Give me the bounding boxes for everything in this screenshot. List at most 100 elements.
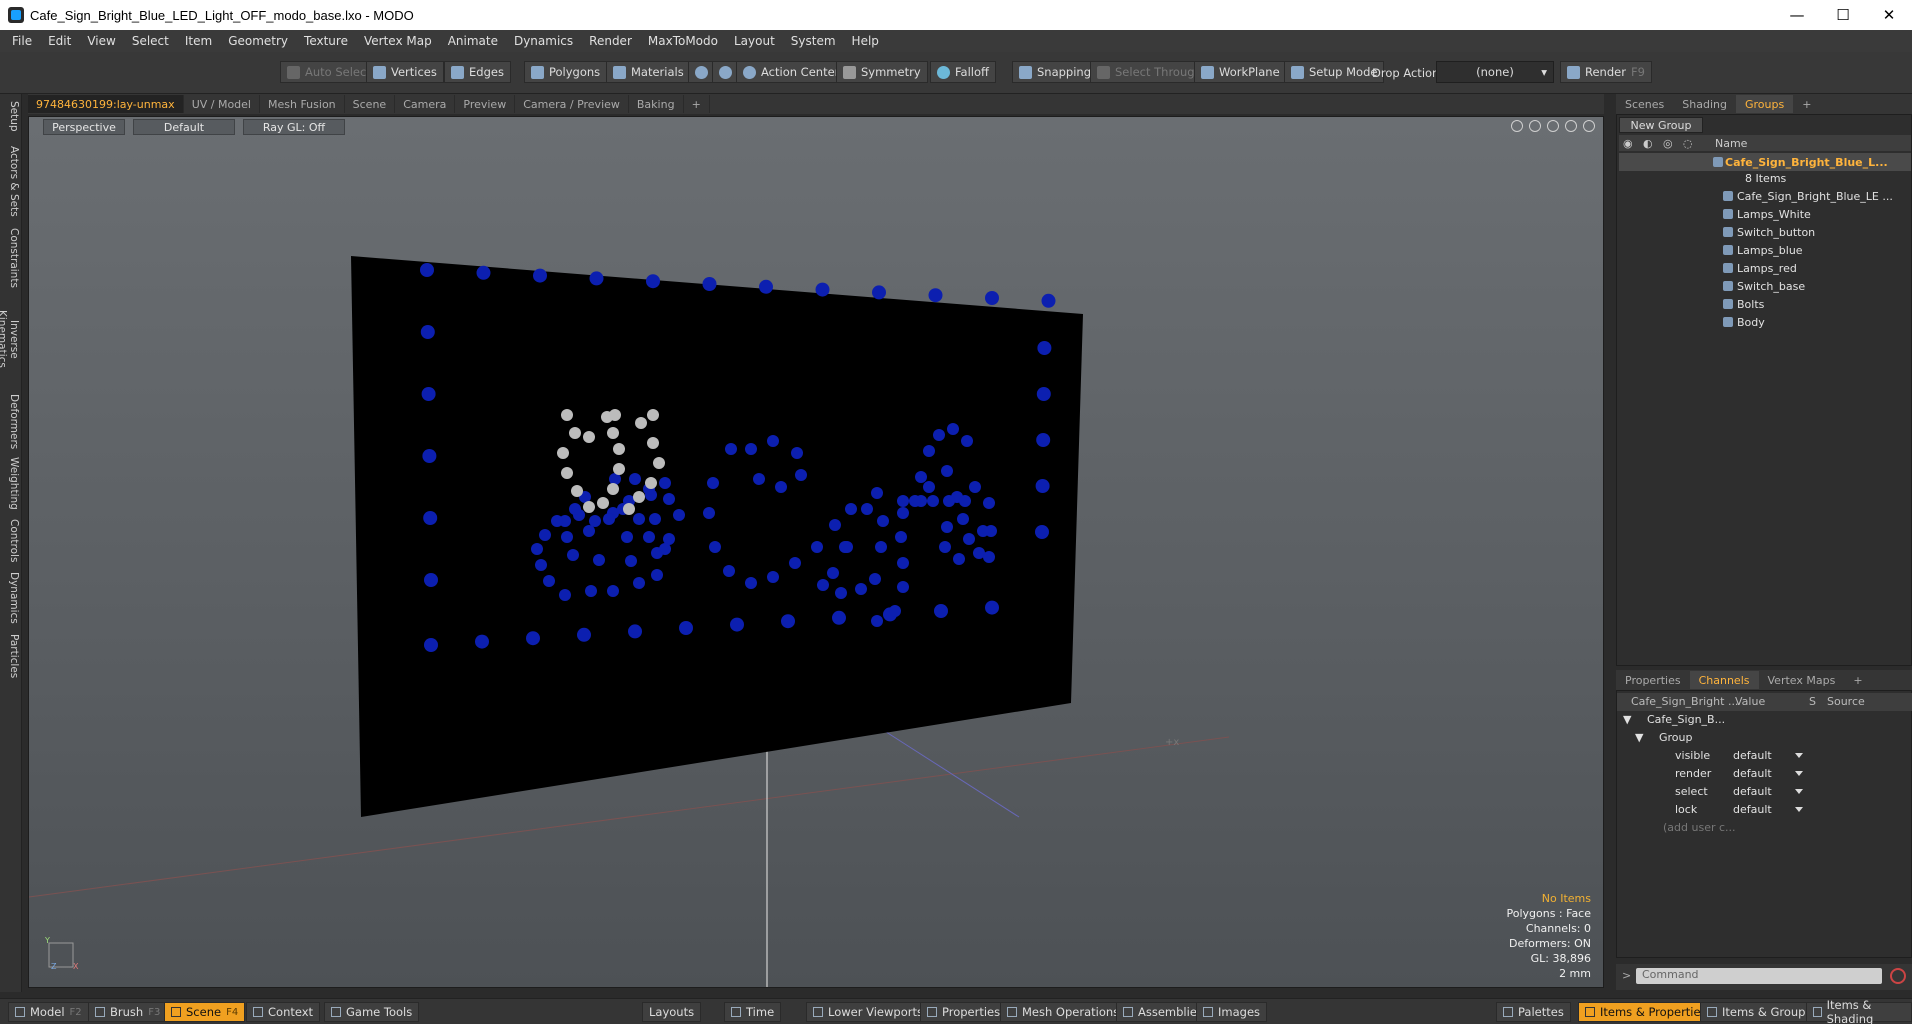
- tab-uv-model[interactable]: UV / Model: [184, 95, 260, 113]
- tab-groups[interactable]: Groups: [1735, 95, 1794, 113]
- lower-viewports-button[interactable]: Lower Viewports: [806, 1002, 930, 1022]
- menu-item-geometry[interactable]: Geometry: [220, 34, 296, 48]
- materials-button[interactable]: Materials: [606, 61, 691, 83]
- tab-camera-preview[interactable]: Camera / Preview: [515, 95, 629, 113]
- group-item-row[interactable]: Switch_button: [1619, 223, 1911, 241]
- menu-item-texture[interactable]: Texture: [296, 34, 356, 48]
- game-tools-layout-button[interactable]: Game Tools: [324, 1002, 420, 1022]
- setup-mode-button[interactable]: Setup Mode: [1284, 61, 1385, 83]
- add-user-channel-row[interactable]: (add user c...: [1617, 819, 1912, 837]
- polygons-button[interactable]: Polygons: [524, 61, 608, 83]
- menu-item-help[interactable]: Help: [844, 34, 887, 48]
- menu-item-system[interactable]: System: [783, 34, 844, 48]
- items-shading-button[interactable]: Items & Shading: [1806, 998, 1912, 1024]
- snapping-button[interactable]: Snapping: [1012, 61, 1099, 83]
- edges-button[interactable]: Edges: [444, 61, 511, 83]
- select-through-button[interactable]: Select Through: [1090, 61, 1209, 83]
- group-item-row[interactable]: Cafe_Sign_Bright_Blue_LE ...: [1619, 187, 1911, 205]
- channel-row-lock[interactable]: lock default: [1617, 801, 1912, 819]
- tab-properties[interactable]: Properties: [1616, 671, 1690, 689]
- channel-group-row[interactable]: ▼ Group: [1617, 729, 1912, 747]
- close-button[interactable]: ✕: [1866, 0, 1912, 30]
- tab-particles[interactable]: Particles: [2, 632, 20, 680]
- palettes-button[interactable]: Palettes: [1496, 1002, 1571, 1022]
- channel-row-visible[interactable]: visible default: [1617, 747, 1912, 765]
- group-item-row[interactable]: Lamps_White: [1619, 205, 1911, 223]
- channel-value[interactable]: default: [1733, 785, 1772, 798]
- expand-triangle-icon[interactable]: ▼: [1623, 713, 1631, 726]
- drop-action-select[interactable]: (none) ▾: [1436, 61, 1554, 83]
- menu-item-edit[interactable]: Edit: [40, 34, 79, 48]
- chevron-down-icon[interactable]: [1795, 807, 1803, 812]
- mesh-tool-button-2[interactable]: [712, 61, 739, 83]
- chevron-down-icon[interactable]: [1795, 771, 1803, 776]
- menu-item-select[interactable]: Select: [124, 34, 177, 48]
- channel-row-render[interactable]: render default: [1617, 765, 1912, 783]
- channel-value[interactable]: default: [1733, 749, 1772, 762]
- context-layout-button[interactable]: Context: [246, 1002, 321, 1022]
- group-item-row[interactable]: Body: [1619, 313, 1911, 331]
- record-icon[interactable]: [1890, 968, 1906, 984]
- falloff-button[interactable]: Falloff: [930, 61, 996, 83]
- items-properties-button[interactable]: Items & Properties: [1578, 1002, 1714, 1022]
- vertices-button[interactable]: Vertices: [366, 61, 444, 83]
- workplane-button[interactable]: WorkPlane: [1194, 61, 1287, 83]
- menu-item-render[interactable]: Render: [581, 34, 640, 48]
- expand-group-triangle-icon[interactable]: ▼: [1635, 731, 1643, 744]
- channel-value[interactable]: default: [1733, 803, 1772, 816]
- tab-active-layout[interactable]: 97484630199:lay-unmax: [28, 95, 184, 113]
- chevron-down-icon[interactable]: [1795, 753, 1803, 758]
- mesh-tool-button-1[interactable]: [688, 61, 715, 83]
- symmetry-button[interactable]: Symmetry: [836, 61, 928, 83]
- mesh-operations-button[interactable]: Mesh Operations: [1000, 1002, 1127, 1022]
- action-center-button[interactable]: Action Center: [736, 61, 847, 83]
- add-tab-button[interactable]: +: [1793, 95, 1820, 113]
- command-input[interactable]: Command: [1636, 968, 1882, 984]
- new-group-button[interactable]: New Group: [1619, 117, 1703, 133]
- group-item-row[interactable]: Switch_base: [1619, 277, 1911, 295]
- menu-item-item[interactable]: Item: [177, 34, 220, 48]
- brush-layout-button[interactable]: Brush F3: [88, 1002, 168, 1022]
- tab-constraints[interactable]: Constraints: [2, 228, 20, 288]
- tab-deformers[interactable]: Deformers: [2, 394, 20, 449]
- tab-weighting[interactable]: Weighting: [2, 456, 20, 510]
- menu-item-file[interactable]: File: [4, 34, 40, 48]
- chevron-down-icon[interactable]: [1795, 789, 1803, 794]
- time-button[interactable]: Time: [724, 1002, 782, 1022]
- auto-select-button[interactable]: Auto Select: [280, 61, 378, 83]
- tab-dynamics[interactable]: Dynamics: [2, 572, 20, 624]
- model-layout-button[interactable]: Model F2: [8, 1002, 89, 1022]
- tab-camera[interactable]: Camera: [395, 95, 456, 113]
- tab-setup[interactable]: Setup: [2, 98, 20, 134]
- group-item-row[interactable]: Lamps_blue: [1619, 241, 1911, 259]
- tab-controls[interactable]: Controls: [2, 518, 20, 564]
- channel-item-row[interactable]: ▼ Cafe_Sign_B...: [1617, 711, 1912, 729]
- menu-item-view[interactable]: View: [79, 34, 123, 48]
- group-item-row[interactable]: Lamps_red: [1619, 259, 1911, 277]
- menu-item-layout[interactable]: Layout: [726, 34, 783, 48]
- render-button[interactable]: Render F9: [1560, 61, 1652, 83]
- tab-mesh-fusion[interactable]: Mesh Fusion: [260, 95, 345, 113]
- maximize-button[interactable]: ☐: [1820, 0, 1866, 30]
- scene-layout-button[interactable]: Scene F4: [164, 1002, 246, 1022]
- tab-shading[interactable]: Shading: [1673, 95, 1736, 113]
- add-properties-tab-button[interactable]: +: [1844, 671, 1871, 689]
- group-item-row[interactable]: Bolts: [1619, 295, 1911, 313]
- tab-scene[interactable]: Scene: [345, 95, 396, 113]
- tab-scenes[interactable]: Scenes: [1616, 95, 1673, 113]
- add-viewport-tab-button[interactable]: +: [684, 95, 710, 113]
- menu-item-animate[interactable]: Animate: [440, 34, 506, 48]
- tab-vertex-maps[interactable]: Vertex Maps: [1759, 671, 1845, 689]
- channel-value[interactable]: default: [1733, 767, 1772, 780]
- 3d-viewport[interactable]: Perspective Default Ray GL: Off +x Y X Z…: [28, 116, 1604, 988]
- tab-preview[interactable]: Preview: [455, 95, 516, 113]
- tab-channels[interactable]: Channels: [1689, 671, 1759, 689]
- channel-row-select[interactable]: select default: [1617, 783, 1912, 801]
- minimize-button[interactable]: —: [1774, 0, 1820, 30]
- properties-button[interactable]: Properties: [920, 1002, 1008, 1022]
- tab-inverse-kinematics[interactable]: Inverse Kinematics: [0, 292, 20, 386]
- tab-baking[interactable]: Baking: [629, 95, 684, 113]
- layouts-button[interactable]: Layouts: [642, 1002, 702, 1022]
- menu-item-maxtomodo[interactable]: MaxToModo: [640, 34, 726, 48]
- items-groups-button[interactable]: Items & Groups: [1700, 1002, 1819, 1022]
